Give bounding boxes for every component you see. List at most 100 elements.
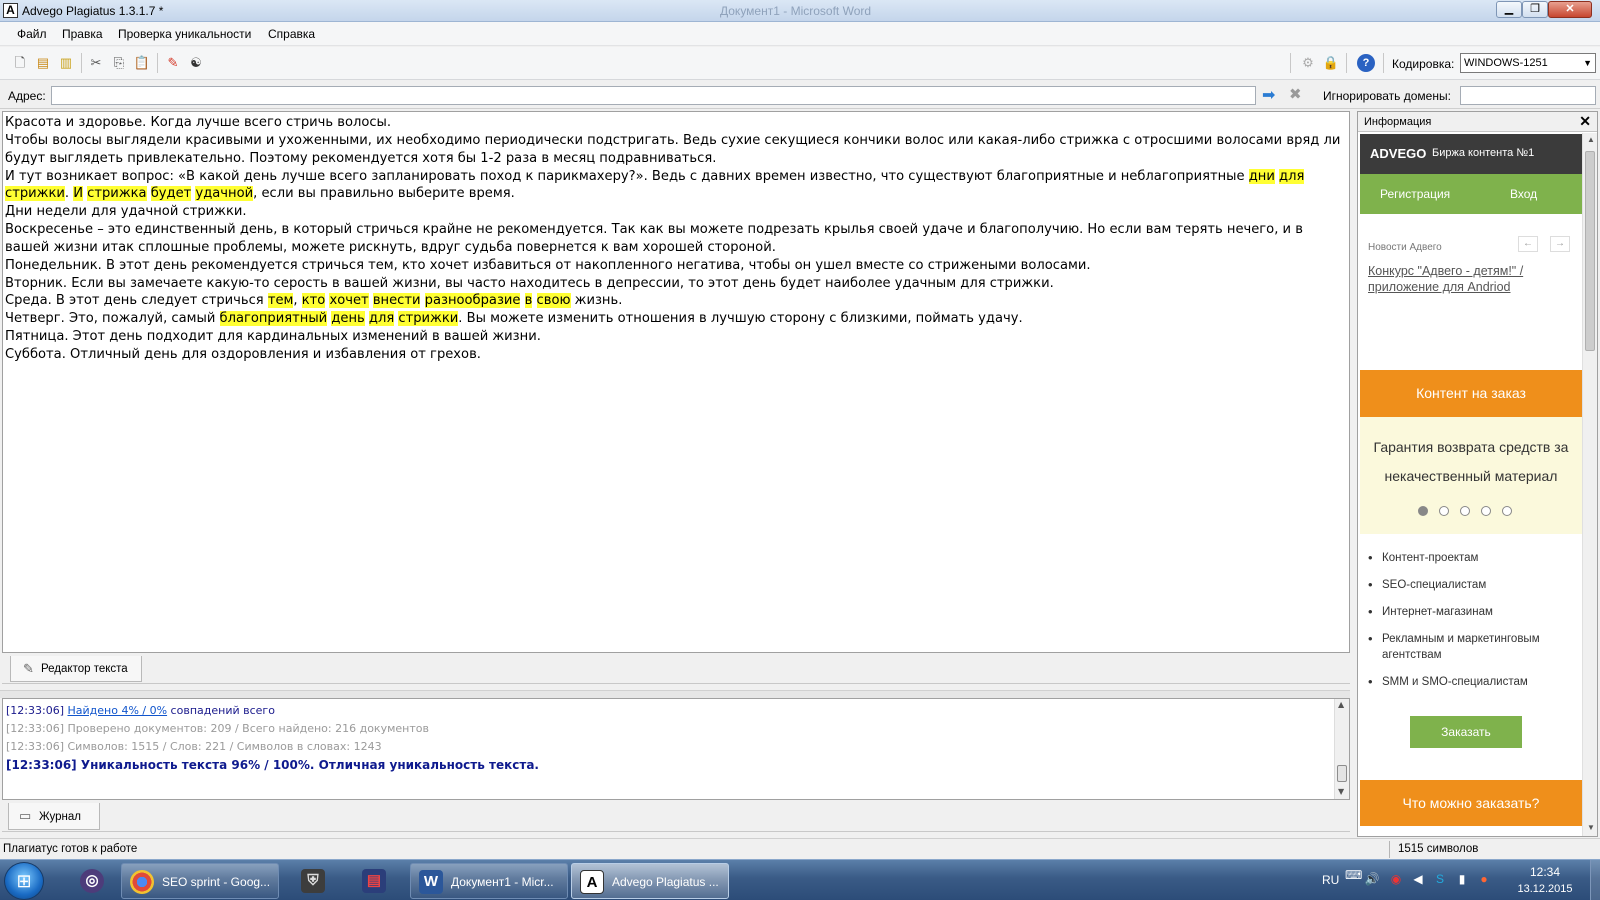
register-link[interactable]: Регистрация xyxy=(1380,187,1450,201)
tray-app-icon[interactable]: ● xyxy=(1476,871,1492,887)
close-icon[interactable]: ✕ xyxy=(1579,113,1591,130)
text-run: Красота и здоровье. Когда лучше всего ст… xyxy=(5,115,392,130)
cut-icon[interactable]: ✂ xyxy=(87,54,105,72)
guarantee-text: Гарантия возврата средств за некачествен… xyxy=(1373,439,1569,484)
close-button[interactable]: ✕ xyxy=(1548,1,1592,18)
log-uniqueness-line: [12:33:06] Уникальность текста 96% / 100… xyxy=(6,758,539,772)
check-uniqueness-icon[interactable]: ✎ xyxy=(164,54,182,72)
address-input[interactable] xyxy=(51,86,1256,105)
show-desktop-button[interactable] xyxy=(1590,860,1600,900)
scroll-down-icon[interactable]: ▼ xyxy=(1587,823,1595,832)
carousel-dot[interactable] xyxy=(1502,506,1512,516)
clear-icon[interactable]: ✖ xyxy=(1289,85,1302,103)
windows-start-button[interactable]: ⊞ xyxy=(4,862,44,900)
panel-splitter[interactable] xyxy=(0,690,1350,698)
highlighted-word: для xyxy=(1279,168,1305,184)
highlighted-word: тем xyxy=(267,293,294,309)
info-panel-header: Информация ✕ xyxy=(1358,112,1597,132)
maximize-button[interactable]: ❐ xyxy=(1522,1,1548,18)
editor-tab-strip: ✎ Редактор текста xyxy=(2,654,1350,684)
highlighted-word: свою xyxy=(536,293,571,309)
settings-icon[interactable]: ⚙ xyxy=(1299,54,1317,72)
menu-file[interactable]: Файл xyxy=(17,27,47,41)
matches-link[interactable]: Найдено 4% / 0% xyxy=(68,704,168,717)
journal-icon: ▭ xyxy=(19,808,32,823)
scroll-up-icon[interactable]: ▲ xyxy=(1587,135,1595,144)
antivirus-icon[interactable]: ◉ xyxy=(1388,871,1404,887)
menu-help[interactable]: Справка xyxy=(268,27,315,41)
pinned-app[interactable]: ◎ xyxy=(72,863,112,899)
taskbar-item[interactable]: A Advego Plagiatus ... xyxy=(571,863,729,899)
carousel-dots xyxy=(1418,505,1523,519)
open-file-icon[interactable]: ▥ xyxy=(57,54,75,72)
text-editor[interactable]: Красота и здоровье. Когда лучше всего ст… xyxy=(2,111,1350,653)
login-link[interactable]: Вход xyxy=(1510,187,1537,201)
highlighted-word: И xyxy=(73,186,83,202)
toolbar: 🗋 ▤ ▥ ✂ ⎘ 📋 ✎ ☯ ⚙ 🔒 ? Кодировка: WINDOWS… xyxy=(0,47,1600,80)
log-scrollbar[interactable]: ▲ ▼ xyxy=(1334,699,1349,799)
mute-icon[interactable]: ◀ xyxy=(1410,871,1426,887)
arrow-right-icon[interactable]: → xyxy=(1550,236,1570,252)
status-text: Плагиатус готов к работе xyxy=(3,843,138,855)
world-of-tanks-icon: ⛨ xyxy=(301,869,325,893)
tab-text-editor[interactable]: ✎ Редактор текста xyxy=(10,656,142,682)
taskbar-item[interactable]: ● SEO sprint - Goog... xyxy=(121,863,279,899)
text-run: Понедельник. В этот день рекомендуется с… xyxy=(5,257,1091,273)
carousel-dot[interactable] xyxy=(1481,506,1491,516)
scroll-thumb[interactable] xyxy=(1585,151,1595,351)
order-button[interactable]: Заказать xyxy=(1410,716,1522,748)
lock-icon[interactable]: 🔒 xyxy=(1322,54,1340,72)
menu-check-uniqueness[interactable]: Проверка уникальности xyxy=(118,27,251,41)
info-panel: Информация ✕ ADVEGO Биржа контента №1 Ре… xyxy=(1357,111,1598,837)
advego-logo[interactable]: ADVEGO xyxy=(1370,146,1426,161)
tab-journal[interactable]: ▭ Журнал xyxy=(8,803,100,830)
task-label: SEO sprint - Goog... xyxy=(162,875,271,889)
keyboard-icon[interactable]: ⌨ xyxy=(1345,867,1362,883)
pinned-app[interactable]: ▤ xyxy=(354,863,394,899)
audience-list: Контент-проектам SEO-специалистам Интерн… xyxy=(1368,550,1573,701)
volume-icon[interactable]: 🔊 xyxy=(1364,871,1380,887)
torrent-icon: ◎ xyxy=(80,869,104,893)
content-order-banner[interactable]: Контент на заказ xyxy=(1360,370,1582,417)
toolbar-separator xyxy=(81,53,82,73)
paste-icon[interactable]: 📋 xyxy=(133,54,151,72)
log-panel: [12:33:06] Найдено 4% / 0% совпадений вс… xyxy=(2,698,1350,800)
editor-paragraph: И тут возникает вопрос: «В какой день лу… xyxy=(5,168,1347,204)
scroll-down-icon[interactable]: ▼ xyxy=(1338,787,1344,796)
carousel-dot[interactable] xyxy=(1418,506,1428,516)
arrow-left-icon[interactable]: ← xyxy=(1518,236,1538,252)
scroll-up-icon[interactable]: ▲ xyxy=(1338,700,1344,709)
language-indicator[interactable]: RU xyxy=(1322,873,1339,887)
list-item: Рекламным и маркетинговым агентствам xyxy=(1368,631,1573,663)
help-icon[interactable]: ? xyxy=(1357,54,1375,72)
scroll-thumb[interactable] xyxy=(1337,765,1347,782)
log-text: совпадений всего xyxy=(167,704,275,717)
banner-text: Контент на заказ xyxy=(1416,385,1526,401)
ignore-domains-input[interactable] xyxy=(1460,86,1596,105)
new-document-icon[interactable]: 🗋 xyxy=(11,54,29,72)
minimize-button[interactable]: ▁ xyxy=(1496,1,1522,18)
task-label: Документ1 - Micr... xyxy=(451,875,554,889)
news-label: Новости Адвего xyxy=(1368,242,1442,253)
floppy-disk-icon: ▤ xyxy=(362,869,386,893)
what-to-order-banner[interactable]: Что можно заказать? xyxy=(1360,780,1582,826)
task-label: Advego Plagiatus ... xyxy=(612,875,719,889)
clock-date[interactable]: 13.12.2015 xyxy=(1514,883,1576,895)
log-line: [12:33:06] Найдено 4% / 0% совпадений вс… xyxy=(6,702,1346,720)
carousel-dot[interactable] xyxy=(1460,506,1470,516)
skype-icon[interactable]: S xyxy=(1432,871,1448,887)
deep-check-icon[interactable]: ☯ xyxy=(187,54,205,72)
news-link[interactable]: Конкурс "Адвего - детям!" / приложение д… xyxy=(1368,263,1568,295)
go-arrow-icon[interactable]: ➡ xyxy=(1262,85,1275,105)
carousel-dot[interactable] xyxy=(1439,506,1449,516)
open-html-icon[interactable]: ▤ xyxy=(34,54,52,72)
copy-icon[interactable]: ⎘ xyxy=(110,54,128,72)
encoding-select[interactable]: WINDOWS-1251 ▼ xyxy=(1460,53,1596,73)
list-item: SMM и SMO-специалистам xyxy=(1368,674,1573,690)
info-scrollbar[interactable]: ▲ ▼ xyxy=(1582,133,1597,836)
network-icon[interactable]: ▮ xyxy=(1454,871,1470,887)
menu-edit[interactable]: Правка xyxy=(62,27,103,41)
clock-time[interactable]: 12:34 xyxy=(1521,865,1569,879)
taskbar-item[interactable]: W Документ1 - Micr... xyxy=(410,863,568,899)
pinned-app[interactable]: ⛨ xyxy=(293,863,333,899)
